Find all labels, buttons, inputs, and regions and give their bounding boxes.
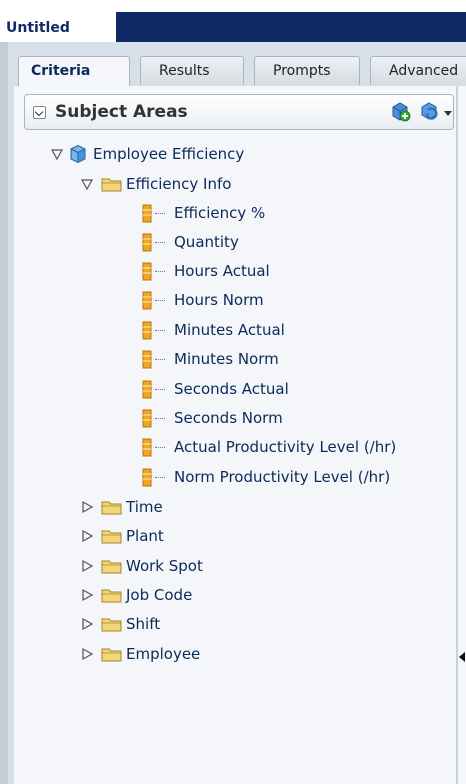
tree-root-label: Employee Efficiency [93,145,245,163]
folder-open-icon [101,178,122,192]
tree-folder-shift[interactable]: Shift [80,614,280,634]
add-subject-area-icon[interactable] [389,101,411,123]
expand-triangle-icon[interactable] [80,500,94,514]
column-item[interactable]: Norm Productivity Level (/hr) [142,467,442,487]
folder-label: Work Spot [126,557,203,575]
folder-label: Time [126,498,163,516]
folder-label: Efficiency Info [126,175,232,193]
folder-icon [101,589,122,603]
column-item[interactable]: Efficiency % [142,203,402,223]
collapse-pane-arrow-icon[interactable] [459,652,465,662]
document-tab-untitled[interactable]: Untitled [0,12,116,42]
cube-icon [70,144,86,164]
dropdown-arrow-icon[interactable] [444,111,452,116]
column-label: Efficiency % [174,204,266,222]
refresh-icon[interactable] [419,101,441,123]
column-label: Seconds Actual [174,380,289,398]
folder-label: Shift [126,615,161,633]
column-icon [142,233,152,252]
column-item[interactable]: Minutes Norm [142,349,402,369]
panel-title: Subject Areas [55,102,188,122]
tree-folder-employee[interactable]: Employee [80,644,280,664]
column-label: Minutes Norm [174,350,279,368]
column-label: Norm Productivity Level (/hr) [174,468,391,486]
tree-folder-time[interactable]: Time [80,497,280,517]
editor-tabs: Criteria Results Prompts Advanced [18,56,466,87]
subject-areas-header: Subject Areas [24,94,454,130]
column-item[interactable]: Minutes Actual [142,320,402,340]
column-icon [142,438,152,457]
column-icon [142,409,152,428]
expand-triangle-icon[interactable] [80,647,94,661]
document-tab-strip: Untitled [0,0,466,42]
column-item[interactable]: Seconds Actual [142,379,402,399]
tab-results[interactable]: Results [140,56,244,85]
column-icon [142,468,152,487]
column-item[interactable]: Hours Norm [142,290,402,310]
column-item[interactable]: Hours Actual [142,261,402,281]
folder-label: Employee [126,645,201,663]
column-item[interactable]: Seconds Norm [142,408,402,428]
tab-prompts[interactable]: Prompts [254,56,360,85]
column-label: Hours Norm [174,291,264,309]
column-label: Minutes Actual [174,321,285,339]
expand-triangle-icon[interactable] [50,147,64,161]
document-title: Untitled [6,20,70,36]
column-label: Seconds Norm [174,409,283,427]
tree-folder-work-spot[interactable]: Work Spot [80,556,280,576]
tree-root-employee-efficiency[interactable]: Employee Efficiency [50,144,370,164]
tab-criteria[interactable]: Criteria [18,56,130,87]
column-item[interactable]: Quantity [142,232,402,252]
column-item[interactable]: Actual Productivity Level (/hr) [142,437,442,457]
folder-icon [101,618,122,632]
tree-folder-plant[interactable]: Plant [80,526,280,546]
folder-icon [101,501,122,515]
column-icon [142,204,152,223]
folder-icon [101,648,122,662]
folder-icon [101,530,122,544]
collapse-panel-button[interactable] [33,106,46,119]
tree-folder-efficiency-info[interactable]: Efficiency Info [80,174,320,194]
column-icon [142,321,152,340]
column-icon [142,380,152,399]
tab-advanced[interactable]: Advanced [370,56,466,85]
expand-triangle-icon[interactable] [80,559,94,573]
expand-triangle-icon[interactable] [80,588,94,602]
tab-strip-background [115,12,466,42]
column-icon [142,291,152,310]
column-label: Quantity [174,233,239,251]
expand-triangle-icon[interactable] [80,529,94,543]
tree-folder-job-code[interactable]: Job Code [80,585,280,605]
folder-label: Plant [126,527,164,545]
expand-triangle-icon[interactable] [80,177,94,191]
column-icon [142,262,152,281]
pane-splitter[interactable] [456,86,458,784]
column-label: Hours Actual [174,262,270,280]
column-label: Actual Productivity Level (/hr) [174,438,397,456]
expand-triangle-icon[interactable] [80,617,94,631]
folder-icon [101,560,122,574]
column-icon [142,350,152,369]
folder-label: Job Code [126,586,193,604]
